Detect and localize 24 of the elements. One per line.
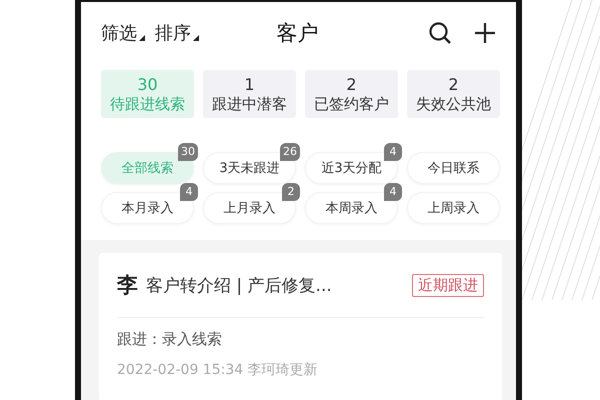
filter-chip[interactable]: 上周录入 [407, 192, 500, 224]
dropdown-menu[interactable]: 排序 [155, 21, 199, 45]
filter-chip[interactable]: 今日联系 [407, 152, 500, 184]
followup-text: 跟进：录入线索 [117, 330, 223, 349]
dropdown-menu[interactable]: 筛选 [101, 21, 145, 45]
count-badge: 30 [178, 143, 198, 161]
status-tab[interactable]: 2 失效公共池 [407, 70, 500, 118]
customer-surname: 李 [117, 272, 138, 299]
caret-icon [193, 35, 199, 41]
count-badge: 26 [280, 143, 300, 161]
count-badge: 4 [384, 183, 402, 201]
status-tag: 近期跟进 [412, 274, 484, 296]
add-icon[interactable] [474, 22, 496, 44]
count-badge: 4 [384, 143, 402, 161]
count-badge: 2 [282, 183, 300, 201]
update-info: 2022-02-09 15:34 李珂琦更新 [117, 361, 319, 379]
customer-source: 客户转介绍 | 产后修复... [146, 274, 332, 296]
search-icon[interactable] [428, 21, 452, 45]
customer-card[interactable]: 李 客户转介绍 | 产后修复... 近期跟进 跟进：录入线索 2022-02-09 15:34 李珂琦更新 [99, 253, 502, 400]
status-tab[interactable]: 1 跟进中潜客 [203, 70, 296, 118]
count-badge: 4 [180, 183, 198, 201]
page-title: 客户 [276, 20, 318, 47]
caret-icon [139, 35, 145, 41]
status-tab[interactable]: 2 已签约客户 [305, 70, 398, 118]
